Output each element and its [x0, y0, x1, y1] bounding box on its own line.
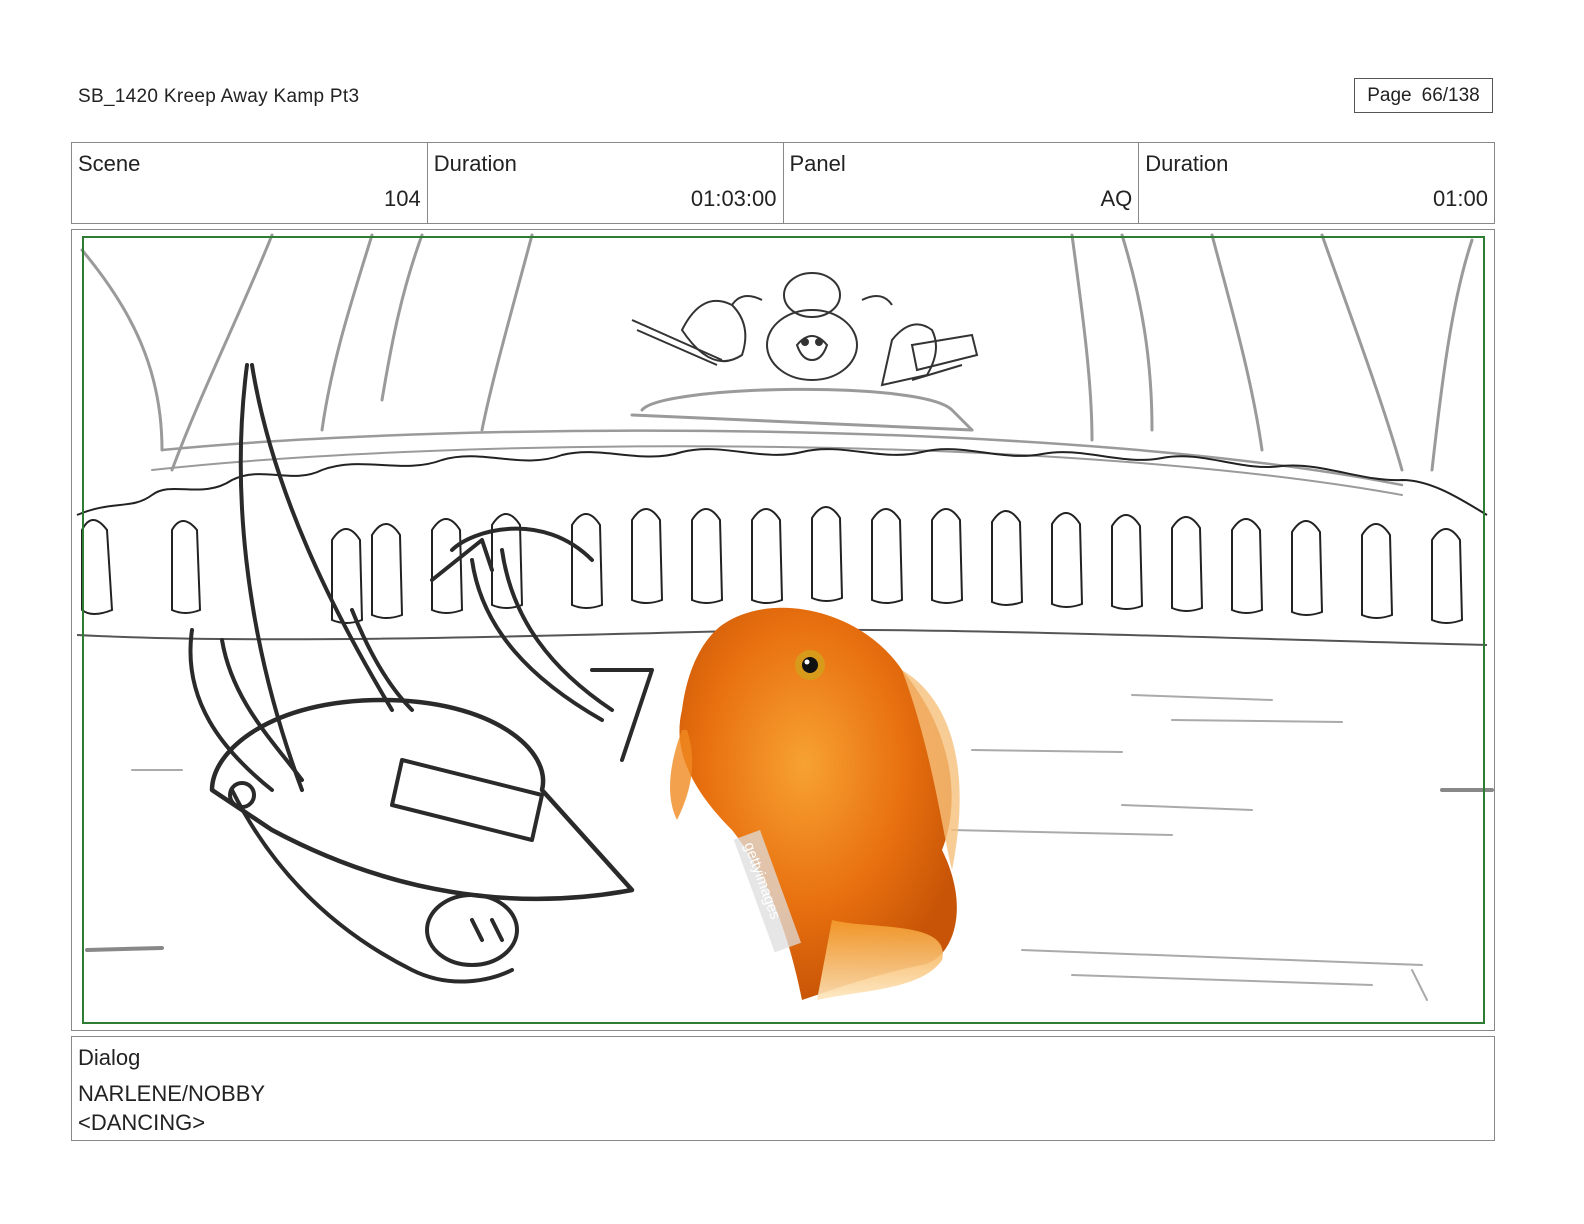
storyboard-panel: gettyimages: [71, 229, 1495, 1031]
dialog-action: <DANCING>: [78, 1110, 206, 1135]
scene-duration-label: Duration: [433, 151, 517, 176]
scene-duration-value: 01:03:00: [690, 186, 777, 211]
dialog-speaker: NARLENE/NOBBY: [78, 1081, 266, 1106]
band-sketch: [631, 272, 979, 387]
page-number: 66/138: [1421, 84, 1480, 106]
dialog-box: Dialog NARLENE/NOBBY <DANCING>: [71, 1036, 1495, 1141]
panel-duration-value: 01:00: [1432, 186, 1488, 211]
scene-value: 104: [384, 186, 421, 211]
storyboard-drawing: gettyimages: [76, 233, 1494, 1024]
panel-duration-label: Duration: [1145, 151, 1229, 176]
page-label: Page: [1367, 84, 1412, 106]
panel-cell: Panel AQ: [784, 143, 1140, 223]
scene-label: Scene: [78, 151, 141, 176]
dancing-character-sketch: [188, 363, 654, 984]
page-indicator: Page 66/138: [1354, 78, 1493, 113]
dialog-label: Dialog: [78, 1045, 141, 1070]
goldfish-image: gettyimages: [670, 607, 960, 1000]
panel-info-row: Scene 104 Duration 01:03:00 Panel AQ Dur…: [71, 142, 1495, 224]
stage-background-sketch: [80, 233, 1474, 496]
scene-duration-cell: Duration 01:03:00: [428, 143, 784, 223]
document-title: SB_1420 Kreep Away Kamp Pt3: [78, 86, 360, 107]
panel-label: Panel: [789, 151, 846, 176]
scene-cell: Scene 104: [72, 143, 428, 223]
panel-duration-cell: Duration 01:00: [1139, 143, 1494, 223]
panel-value: AQ: [1100, 186, 1133, 211]
